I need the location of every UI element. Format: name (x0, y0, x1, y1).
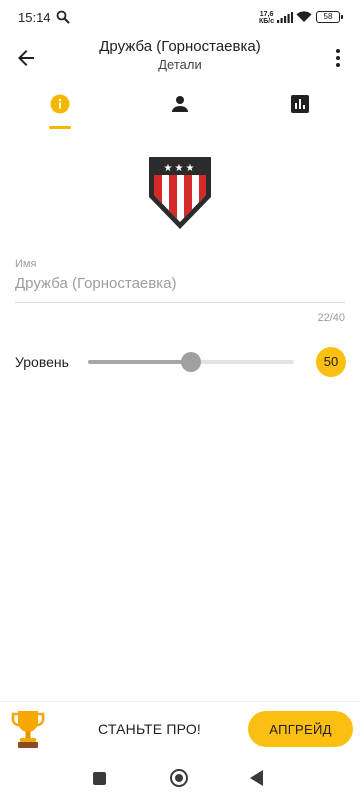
promo-text: СТАНЬТЕ ПРО! (98, 721, 202, 737)
home-icon[interactable] (170, 769, 188, 787)
status-time: 15:14 (18, 10, 51, 25)
level-label: Уровень (15, 354, 69, 370)
svg-text:★★★: ★★★ (164, 163, 197, 174)
person-icon (172, 96, 188, 112)
tab-person[interactable] (120, 84, 240, 128)
tab-bar (0, 84, 360, 129)
page-subtitle: Детали (158, 57, 202, 72)
tab-stats[interactable] (240, 84, 360, 128)
level-slider[interactable] (88, 352, 294, 372)
status-bar: 15:14 17,6 КБ/с 58 (0, 0, 360, 36)
slider-thumb[interactable] (181, 352, 201, 372)
nav-back-icon[interactable] (250, 770, 263, 786)
info-icon (50, 94, 70, 114)
name-field-underline (15, 302, 345, 303)
team-logo-shield[interactable]: ★★★ (147, 155, 213, 231)
app-bar: Дружба (Горностаевка) Детали (0, 36, 360, 80)
signal-icon (277, 12, 293, 23)
search-icon (56, 10, 70, 24)
name-char-counter: 22/40 (317, 312, 345, 324)
level-value-badge: 50 (316, 347, 346, 377)
name-field[interactable]: Дружба (Горностаевка) (15, 275, 345, 292)
battery-icon: 58 (316, 11, 343, 23)
upgrade-button[interactable]: АПГРЕЙД (248, 711, 353, 747)
title-block: Дружба (Горностаевка) Детали (0, 38, 360, 72)
wifi-icon (296, 11, 312, 22)
more-options-icon[interactable] (326, 46, 350, 70)
tab-info[interactable] (0, 84, 120, 129)
slider-fill (88, 360, 191, 364)
promo-divider (0, 701, 360, 702)
network-speed: 17,6 КБ/с (259, 11, 275, 25)
system-nav-bar (0, 758, 360, 800)
trophy-icon (11, 711, 45, 748)
name-field-label: Имя (15, 258, 37, 270)
page-title: Дружба (Горностаевка) (99, 38, 261, 55)
tab-indicator (49, 126, 71, 129)
recent-apps-icon[interactable] (93, 772, 106, 785)
bar-chart-icon (291, 95, 309, 113)
